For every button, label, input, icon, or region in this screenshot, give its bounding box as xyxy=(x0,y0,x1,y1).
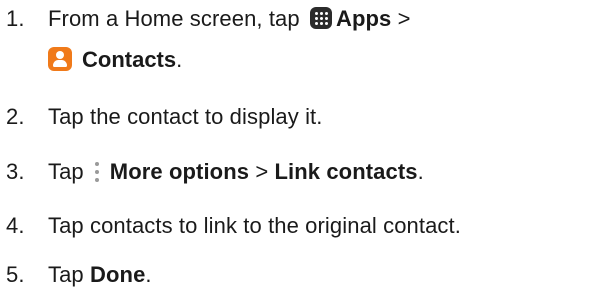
step-end: . xyxy=(176,47,183,72)
step-text: From a Home screen, tap xyxy=(48,6,300,31)
step-text: Tap xyxy=(48,159,84,184)
menu-separator: > xyxy=(397,6,411,31)
apps-grid-icon xyxy=(309,7,332,29)
step-end: . xyxy=(417,159,424,184)
step-1: 1. From a Home screen, tap Apps > xyxy=(6,4,411,34)
apps-label: Apps xyxy=(335,6,392,31)
step-2: 2. Tap the contact to display it. xyxy=(6,102,323,132)
step-number: 1. xyxy=(6,6,25,31)
step-end: . xyxy=(145,262,152,287)
contacts-label: Contacts xyxy=(82,47,177,72)
link-contacts-label: Link contacts xyxy=(274,159,418,184)
step-text: Tap contacts to link to the original con… xyxy=(48,213,461,238)
contacts-icon xyxy=(48,47,72,71)
step-text: Tap xyxy=(48,262,84,287)
step-3: 3. Tap More options > Link contacts. xyxy=(6,157,424,187)
step-4: 4. Tap contacts to link to the original c… xyxy=(6,211,461,241)
step-number: 2. xyxy=(6,104,25,129)
more-options-icon xyxy=(94,161,100,183)
step-text: Tap the contact to display it. xyxy=(48,104,323,129)
step-1-continued: Contacts. xyxy=(48,45,182,75)
menu-separator: > xyxy=(255,159,269,184)
step-number: 4. xyxy=(6,213,25,238)
step-5: 5. Tap Done. xyxy=(6,260,152,290)
done-label: Done xyxy=(90,262,146,287)
more-options-label: More options xyxy=(109,159,250,184)
step-number: 3. xyxy=(6,159,25,184)
step-number: 5. xyxy=(6,262,25,287)
